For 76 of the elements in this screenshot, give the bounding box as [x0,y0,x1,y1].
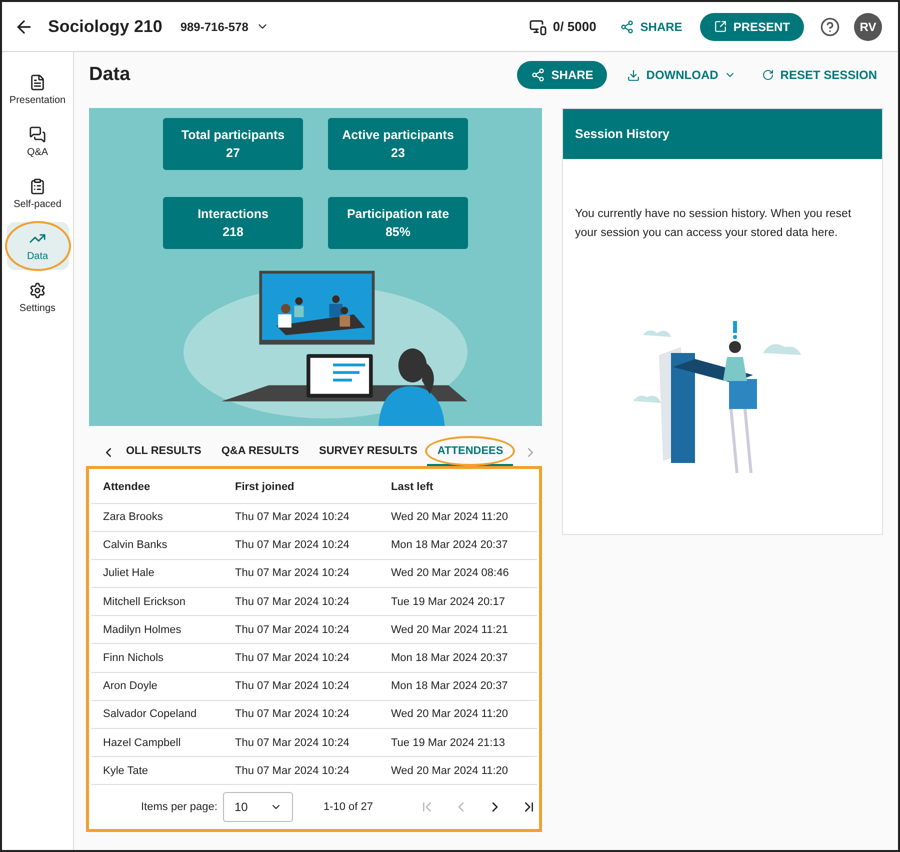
stat-label: Active participants [342,128,454,142]
share-button[interactable]: SHARE [517,61,608,89]
sidebar-item[interactable]: Data [6,222,68,270]
table-cell: Mon 18 Mar 2024 20:37 [379,644,537,672]
table-cell: Thu 07 Mar 2024 10:24 [223,700,379,728]
tab[interactable]: OLL RESULTS [116,438,212,466]
user-avatar[interactable]: RV [854,12,882,40]
table-cell: Thu 07 Mar 2024 10:24 [223,531,379,560]
tab[interactable]: SURVEY RESULTS [309,438,428,466]
settings-icon [29,282,46,299]
column-header: First joined [223,472,379,503]
table-cell: Wed 20 Mar 2024 08:46 [379,559,537,588]
devices-icon [528,18,547,36]
present-button[interactable]: PRESENT [700,12,804,40]
page-title: Data [89,64,132,86]
table-cell: Juliet Hale [91,559,223,588]
empty-history-message: You currently have no session history. When you reset your session you can access your stored data here. [575,207,852,241]
help-icon [820,16,840,36]
table-cell: Tue 19 Mar 2024 21:13 [379,728,537,757]
chat-bubbles-icon [29,126,46,143]
stat-label: Interactions [198,207,268,221]
device-count: 0/ 5000 [552,19,596,34]
table-cell: Calvin Banks [91,531,223,560]
download-button[interactable]: DOWNLOAD [621,64,742,86]
share-icon [531,68,546,82]
sidebar-item[interactable]: Settings [6,274,68,322]
table-cell: Zara Brooks [91,503,223,532]
page-size-select[interactable]: 10 [223,792,294,822]
help-button[interactable] [820,16,840,36]
sidebar-item[interactable]: Q&A [6,118,68,166]
table-cell: Mon 18 Mar 2024 20:37 [379,672,537,700]
table-cell: Thu 07 Mar 2024 10:24 [223,644,379,672]
stat-label: Total participants [181,128,285,142]
column-header: Last left [379,472,537,503]
table-cell: Thu 07 Mar 2024 10:24 [223,588,379,616]
table-cell: Thu 07 Mar 2024 10:24 [223,728,379,757]
table-cell: Wed 20 Mar 2024 11:20 [379,503,537,532]
table-cell: Thu 07 Mar 2024 10:24 [223,503,379,532]
table-cell: Salvador Copeland [91,700,223,728]
clipboard-icon [29,178,46,195]
table-cell: Wed 20 Mar 2024 11:20 [379,756,537,785]
table-cell: Aron Doyle [91,672,223,700]
page-range: 1-10 of 27 [323,801,373,814]
table-cell: Kyle Tate [91,756,223,785]
download-icon [627,68,640,82]
reset-icon [762,69,774,81]
table-cell: Finn Nichols [91,644,223,672]
table-cell: Thu 07 Mar 2024 10:24 [223,559,379,588]
reset-session-button[interactable]: RESET SESSION [756,64,883,86]
stat-value: 23 [391,146,405,160]
tab[interactable]: Q&A RESULTS [211,438,309,466]
sidebar-item[interactable]: Presentation [6,66,68,114]
session-title: Sociology 210 [48,16,162,36]
session-code: 989-716-578 [180,20,248,34]
stat-value: 218 [222,225,244,239]
table-cell: Wed 20 Mar 2024 11:20 [379,700,537,728]
table-cell: Mitchell Erickson [91,588,223,616]
table-cell: Thu 07 Mar 2024 10:24 [223,616,379,644]
panel-title: Session History [563,109,882,159]
table-cell: Tue 19 Mar 2024 20:17 [379,588,537,616]
stat-value: 27 [226,146,240,160]
table-cell: Thu 07 Mar 2024 10:24 [223,756,379,785]
stat-value: 85% [385,225,411,239]
share-icon [620,20,634,34]
column-header: Attendee [91,472,223,503]
stat-label: Participation rate [346,207,450,221]
table-cell: Wed 20 Mar 2024 11:21 [379,616,537,644]
table-cell: Hazel Campbell [91,728,223,757]
document-icon [29,74,46,91]
sidebar-item[interactable]: Self-paced [6,170,68,218]
external-link-icon [714,20,728,33]
table-cell: Madilyn Holmes [91,616,223,644]
table-cell: Mon 18 Mar 2024 20:37 [379,531,537,560]
share-button[interactable]: SHARE [614,16,688,38]
items-per-page-label: Items per page: [141,801,218,814]
table-cell: Thu 07 Mar 2024 10:24 [223,672,379,700]
